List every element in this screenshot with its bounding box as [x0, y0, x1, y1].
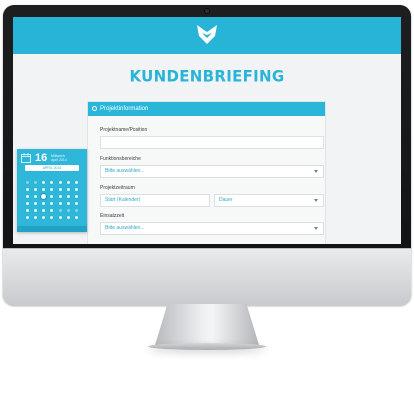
calendar-day-cell[interactable] — [33, 181, 37, 184]
start-input[interactable]: Start (Kalender) — [100, 194, 210, 207]
projektname-label: Projektname/Position — [100, 127, 148, 133]
calendar-day-cell[interactable] — [75, 195, 79, 198]
calendar-day-cell[interactable] — [58, 181, 62, 184]
calendar-day-cell[interactable] — [66, 188, 70, 191]
calendar-day-cell[interactable] — [42, 209, 46, 212]
calendar-day-cell[interactable] — [50, 209, 54, 212]
funktionsbereiche-value: Bitte auswählen... — [105, 168, 145, 174]
chevron-down-icon — [314, 199, 318, 202]
calendar-icon — [21, 153, 31, 163]
calendar-day-cell-selected[interactable] — [41, 194, 47, 199]
calendar-footer — [17, 226, 87, 232]
calendar-day-cell[interactable] — [66, 216, 70, 219]
calendar-day-cell[interactable] — [33, 209, 37, 212]
form-panel: Projektinformation Projektname/Position … — [87, 101, 326, 244]
calendar-month-selector[interactable]: APRIL 2014 — [25, 165, 79, 171]
calendar-day-cell[interactable] — [25, 195, 29, 198]
calendar-day-cell[interactable] — [25, 216, 29, 219]
dauer-select[interactable]: Dauer — [214, 194, 324, 207]
calendar-day-cell[interactable] — [42, 188, 46, 191]
circle-arrow-icon — [92, 106, 97, 111]
calendar-month-year: April 2014 — [51, 158, 67, 162]
calendar-day-cell[interactable] — [42, 181, 46, 184]
calendar-day-cell[interactable] — [58, 188, 62, 191]
calendar-day-cell[interactable] — [33, 188, 37, 191]
page-title: KUNDENBRIEFING — [129, 66, 285, 86]
calendar-day-cell[interactable] — [25, 188, 29, 191]
calendar-day: 16 — [35, 152, 48, 164]
calendar-day-cell[interactable] — [50, 202, 54, 205]
calendar-day-cell[interactable] — [66, 195, 70, 198]
section-title: Projektinformation — [100, 106, 149, 112]
calendar-day-cell[interactable] — [33, 216, 37, 219]
chevron-down-icon — [314, 227, 318, 230]
fox-logo-icon — [197, 25, 217, 44]
calendar-day-cell[interactable] — [25, 202, 29, 205]
calendar-day-cell[interactable] — [25, 181, 29, 184]
calendar-day-cell[interactable] — [50, 195, 54, 198]
calendar-day-cell[interactable] — [58, 216, 62, 219]
chevron-down-icon — [314, 170, 318, 173]
calendar-day-cell[interactable] — [58, 195, 62, 198]
calendar-day-cell[interactable] — [50, 216, 54, 219]
dauer-value: Dauer — [219, 197, 233, 203]
projektname-input[interactable] — [100, 136, 324, 149]
calendar-grid[interactable] — [23, 179, 81, 221]
calendar-day-cell[interactable] — [75, 202, 79, 205]
calendar-day-cell[interactable] — [42, 216, 46, 219]
calendar-day-cell[interactable] — [58, 209, 62, 212]
calendar-day-cell[interactable] — [25, 209, 29, 212]
calendar-day-cell[interactable] — [75, 181, 79, 184]
calendar-weekday-row — [23, 174, 81, 178]
monitor-chin — [3, 248, 411, 306]
projektzeitraum-label: Projektzeitraum — [100, 185, 135, 191]
calendar-widget[interactable]: 16 Mittwoch April 2014 APRIL 2014 — [17, 149, 87, 232]
calendar-day-cell[interactable] — [50, 181, 54, 184]
app-header — [13, 17, 401, 54]
calendar-day-cell[interactable] — [75, 188, 79, 191]
einsatzzeit-label: Einsatzzeit — [100, 213, 125, 219]
funktionsbereiche-label: Funktionsbereiche — [100, 156, 141, 162]
calendar-day-cell[interactable] — [66, 209, 70, 212]
calendar-day-cell[interactable] — [33, 195, 37, 198]
calendar-day-cell[interactable] — [33, 202, 37, 205]
funktionsbereiche-select[interactable]: Bitte auswählen... — [100, 165, 324, 178]
calendar-day-cell[interactable] — [42, 202, 46, 205]
calendar-day-cell[interactable] — [66, 202, 70, 205]
einsatzzeit-value: Bitte auswählen... — [105, 225, 145, 231]
monitor-stand-neck — [155, 304, 259, 345]
section-header-projektinformation[interactable]: Projektinformation — [88, 102, 325, 116]
einsatzzeit-select[interactable]: Bitte auswählen... — [100, 222, 324, 235]
calendar-day-cell[interactable] — [75, 216, 79, 219]
monitor-stand-base — [148, 343, 266, 350]
calendar-day-cell[interactable] — [58, 202, 62, 205]
calendar-day-cell[interactable] — [66, 181, 70, 184]
webcam — [204, 8, 210, 14]
calendar-day-cell[interactable] — [75, 209, 79, 212]
calendar-weekday-date: Mittwoch April 2014 — [51, 154, 67, 162]
calendar-day-cell[interactable] — [50, 188, 54, 191]
